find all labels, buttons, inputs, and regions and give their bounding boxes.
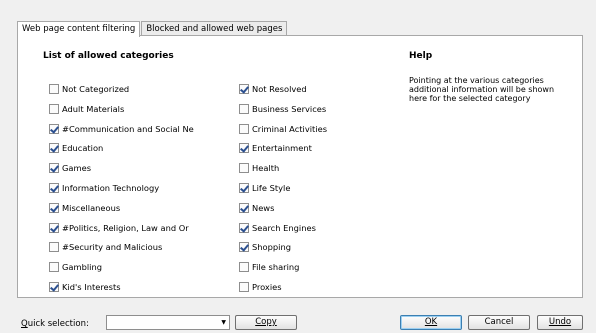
cancel-button[interactable]: Cancel <box>468 315 530 330</box>
category-education[interactable]: Education <box>49 142 194 154</box>
category-news[interactable]: News <box>239 202 369 214</box>
category-checkbox[interactable] <box>49 84 59 94</box>
category-security-and-malicious[interactable]: #Security and Malicious <box>49 241 194 253</box>
category-checkbox[interactable] <box>49 183 59 193</box>
category-label: Miscellaneous <box>62 202 121 213</box>
category-label: Entertainment <box>252 143 312 154</box>
category-label: Information Technology <box>62 183 160 193</box>
category-label: Games <box>62 163 92 174</box>
category-checkbox[interactable] <box>49 123 59 134</box>
quick-selection-label: Quick selection: <box>21 319 89 329</box>
category-label: Health <box>252 163 280 174</box>
help-title: Help <box>409 51 433 61</box>
category-label: Life Style <box>252 183 291 193</box>
category-label: News <box>252 202 275 213</box>
category-shopping[interactable]: Shopping <box>239 241 369 253</box>
chevron-down-icon: ▼ <box>221 319 226 326</box>
category-label: Gambling <box>62 262 102 273</box>
tab-blocked-allowed-pages[interactable]: Blocked and allowed web pages <box>141 21 288 35</box>
category-label: Proxies <box>252 282 282 292</box>
category-checkbox[interactable] <box>49 163 59 174</box>
category-label: Not Categorized <box>62 84 130 94</box>
category-information-technology[interactable]: Information Technology <box>49 182 194 194</box>
category-checkbox[interactable] <box>49 103 59 114</box>
category-checkbox[interactable] <box>239 163 249 174</box>
category-checkbox[interactable] <box>49 262 59 273</box>
category-checkbox[interactable] <box>49 202 59 213</box>
bottom-bar: Quick selection: ▼ Copy OK Cancel Undo <box>0 300 596 333</box>
category-label: Not Resolved <box>252 84 307 94</box>
ok-button[interactable]: OK <box>400 315 462 330</box>
category-criminal-activities[interactable]: Criminal Activities <box>239 123 369 135</box>
category-health[interactable]: Health <box>239 162 369 174</box>
category-checkbox[interactable] <box>239 242 249 253</box>
category-checkbox[interactable] <box>239 103 249 114</box>
category-adult-materials[interactable]: Adult Materials <box>49 103 194 115</box>
copy-button[interactable]: Copy <box>235 315 297 330</box>
category-label: #Security and Malicious <box>62 242 163 253</box>
category-miscellaneous[interactable]: Miscellaneous <box>49 202 194 214</box>
category-checkbox[interactable] <box>49 222 59 233</box>
category-label: Kid's Interests <box>62 282 121 292</box>
category-label: Adult Materials <box>62 103 125 114</box>
category-checkbox[interactable] <box>49 242 59 253</box>
category-label: Shopping <box>252 242 291 253</box>
category-not-categorized[interactable]: Not Categorized <box>49 83 194 95</box>
category-search-engines[interactable]: Search Engines <box>239 222 369 234</box>
category-checkbox[interactable] <box>239 143 249 154</box>
category-checkbox[interactable] <box>239 84 249 94</box>
category-checkbox[interactable] <box>239 222 249 233</box>
category-label: Business Services <box>252 103 327 114</box>
category-games[interactable]: Games <box>49 162 194 174</box>
category-not-resolved[interactable]: Not Resolved <box>239 83 369 95</box>
category-checkbox[interactable] <box>49 143 59 154</box>
category-checkbox[interactable] <box>239 202 249 213</box>
category-checkbox[interactable] <box>49 282 59 292</box>
category-label: #Politics, Religion, Law and Or <box>62 222 189 233</box>
undo-button[interactable]: Undo <box>537 315 583 330</box>
category-politics-religion-law-and-or[interactable]: #Politics, Religion, Law and Or <box>49 222 194 234</box>
category-communication-and-social-ne[interactable]: #Communication and Social Ne <box>49 123 194 135</box>
category-checkbox[interactable] <box>239 262 249 273</box>
category-label: #Communication and Social Ne <box>62 123 194 134</box>
category-checkbox[interactable] <box>239 123 249 134</box>
help-text: Pointing at the various categories addit… <box>409 76 555 103</box>
category-label: File sharing <box>252 262 300 273</box>
tab-strip: Web page content filtering Blocked and a… <box>17 21 288 37</box>
category-checkbox[interactable] <box>239 282 249 292</box>
category-proxies[interactable]: Proxies <box>239 281 369 293</box>
content-filtering-panel: List of allowed categories Help Pointing… <box>17 35 583 298</box>
category-label: Search Engines <box>252 222 316 233</box>
category-kid-s-interests[interactable]: Kid's Interests <box>49 281 194 293</box>
category-label: Criminal Activities <box>252 123 328 134</box>
category-life-style[interactable]: Life Style <box>239 182 369 194</box>
category-business-services[interactable]: Business Services <box>239 103 369 115</box>
category-checkbox[interactable] <box>239 183 249 193</box>
category-gambling[interactable]: Gambling <box>49 261 194 273</box>
category-file-sharing[interactable]: File sharing <box>239 261 369 273</box>
categories-title: List of allowed categories <box>43 51 174 61</box>
category-label: Education <box>62 143 104 154</box>
tab-web-content-filtering[interactable]: Web page content filtering <box>17 21 141 37</box>
quick-selection-dropdown[interactable]: ▼ <box>106 315 230 330</box>
category-entertainment[interactable]: Entertainment <box>239 142 369 154</box>
